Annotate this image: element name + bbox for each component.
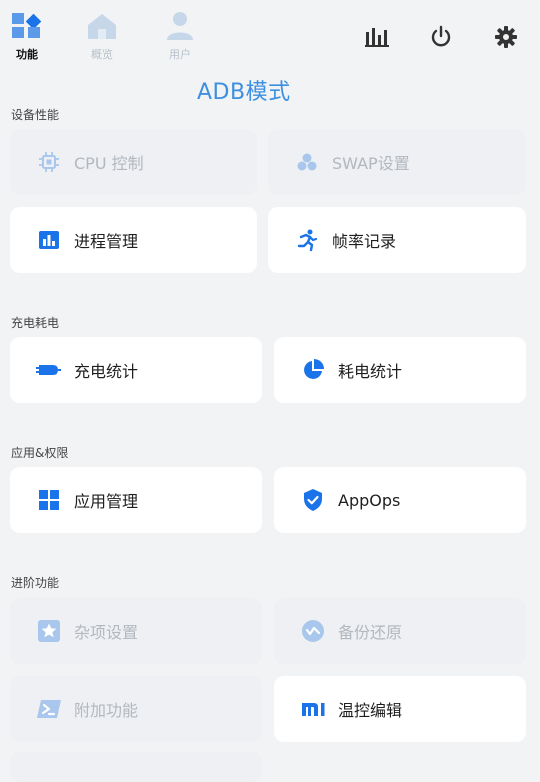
user-icon	[162, 10, 198, 42]
misc-settings-card[interactable]: 杂项设置	[10, 598, 262, 664]
power-usage-label: 耗电统计	[338, 362, 403, 381]
backup-icon	[300, 618, 326, 644]
backup-restore-card[interactable]: 备份还原	[274, 598, 526, 664]
shield-check-icon	[300, 487, 326, 513]
appops-label: AppOps	[338, 490, 401, 510]
process-bars-icon	[36, 227, 62, 253]
terminal-icon	[36, 696, 62, 722]
misc-settings-label: 杂项设置	[74, 623, 139, 642]
power-usage-card[interactable]: 耗电统计	[274, 337, 526, 403]
charging-icon	[36, 357, 62, 383]
charging-stats-label: 充电统计	[74, 362, 139, 381]
extra-features-label: 附加功能	[74, 701, 139, 720]
grid-diamond-icon	[9, 10, 45, 42]
swap-dots-icon	[294, 149, 320, 175]
app-manager-label: 应用管理	[74, 492, 139, 511]
mi-icon	[300, 696, 326, 722]
chip-icon	[36, 149, 62, 175]
tab-users-label: 用户	[169, 48, 191, 61]
power-button[interactable]	[426, 22, 456, 52]
swap-settings-card[interactable]: SWAP设置	[268, 129, 526, 195]
cpu-control-label: CPU 控制	[74, 154, 144, 173]
tab-features-label: 功能	[16, 48, 38, 61]
extra-features-card[interactable]: 附加功能	[10, 676, 262, 742]
section-title-apps: 应用&权限	[11, 446, 69, 460]
swap-settings-label: SWAP设置	[332, 154, 410, 173]
appops-card[interactable]: AppOps	[274, 467, 526, 533]
bar-chart-icon	[365, 28, 389, 47]
process-manager-label: 进程管理	[74, 232, 139, 251]
home-icon	[84, 10, 120, 42]
backup-restore-label: 备份还原	[338, 623, 403, 642]
charging-stats-card[interactable]: 充电统计	[10, 337, 262, 403]
adb-mode-label: ADB模式	[197, 80, 291, 105]
tab-overview-label: 概览	[91, 48, 113, 61]
next-card-partial[interactable]	[10, 752, 262, 782]
frame-rate-card[interactable]: 帧率记录	[268, 207, 526, 273]
thermal-editor-card[interactable]: 温控编辑	[274, 676, 526, 742]
gear-icon	[495, 26, 517, 48]
cpu-control-card[interactable]: CPU 控制	[10, 129, 257, 195]
thermal-editor-label: 温控编辑	[338, 701, 403, 720]
frame-rate-label: 帧率记录	[332, 232, 397, 251]
power-icon	[431, 25, 451, 47]
tab-features[interactable]: 功能	[2, 10, 52, 62]
section-title-battery: 充电耗电	[11, 316, 60, 330]
process-manager-card[interactable]: 进程管理	[10, 207, 257, 273]
statistics-button[interactable]	[362, 22, 392, 52]
app-manager-card[interactable]: 应用管理	[10, 467, 262, 533]
star-icon	[36, 618, 62, 644]
settings-button[interactable]	[491, 22, 521, 52]
tab-users[interactable]: 用户	[155, 10, 205, 62]
tab-overview[interactable]: 概览	[77, 10, 127, 62]
top-navigation: 功能 概览 用户	[0, 0, 540, 70]
section-title-performance: 设备性能	[11, 108, 60, 122]
apps-grid-icon	[36, 487, 62, 513]
running-icon	[294, 227, 320, 253]
pie-icon	[300, 357, 326, 383]
section-title-advanced: 进阶功能	[11, 576, 60, 590]
